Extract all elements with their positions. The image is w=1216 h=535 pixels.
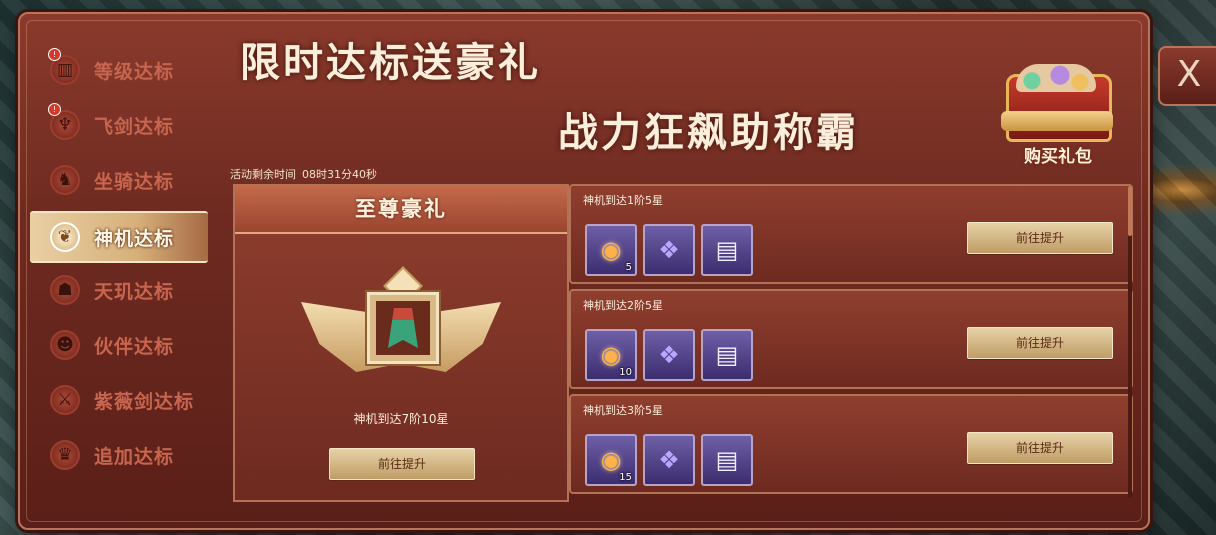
grand-prize-go-button[interactable]: 前往提升: [329, 448, 475, 480]
reward-frame: [367, 292, 439, 364]
item-quantity: 10: [619, 367, 632, 378]
close-icon: X: [1176, 54, 1202, 95]
golden-orb-icon: ◉: [600, 341, 622, 369]
reward-item[interactable]: ▤: [701, 224, 753, 276]
reward-item[interactable]: ❖: [643, 329, 695, 381]
mech-wing-icon: ❦: [50, 222, 80, 252]
sidebar-item-level[interactable]: ! ▥ 等级达标: [30, 46, 208, 94]
go-upgrade-button[interactable]: 前往提升: [967, 432, 1113, 464]
scroll-cards-icon: ▤: [715, 446, 739, 474]
purple-book-icon: ❖: [658, 446, 680, 474]
reward-row: 神机到达1阶5星 ◉ 5 ❖ ▤ 前往提升: [569, 184, 1133, 284]
sidebar-item-mount[interactable]: ♞ 坐骑达标: [30, 156, 208, 204]
reward-item[interactable]: ❖: [643, 224, 695, 276]
gift-pack-label: 购买礼包: [1024, 147, 1092, 167]
close-button[interactable]: X: [1158, 46, 1216, 106]
scroll-cards-icon: ▤: [715, 236, 739, 264]
reward-item[interactable]: ▤: [701, 329, 753, 381]
banner-title-line1: 限时达标送豪礼: [240, 40, 541, 86]
purple-book-icon: ❖: [658, 341, 680, 369]
sidebar-item-label: 坐骑达标: [94, 170, 175, 193]
sidebar: ! ▥ 等级达标 ! ♆ 飞剑达标 ♞ 坐骑达标 ❦ 神机达标 ☗ 天玑达标 ☻…: [30, 42, 208, 512]
sidebar-item-ziwei-sword[interactable]: ⚔ 紫薇剑达标: [30, 376, 208, 424]
crown-icon: ♛: [50, 440, 80, 470]
item-quantity: 5: [625, 262, 632, 273]
reward-item[interactable]: ◉ 10: [585, 329, 637, 381]
banner-title-line2: 战力狂飙助称霸: [558, 110, 859, 156]
sidebar-item-shenji[interactable]: ❦ 神机达标: [30, 211, 208, 263]
rank-emblem-icon: [301, 266, 501, 402]
golden-orb-icon: ◉: [600, 446, 622, 474]
alert-badge: !: [48, 103, 61, 116]
sidebar-item-label: 紫薇剑达标: [94, 390, 195, 413]
cloak-icon: [388, 308, 418, 348]
sidebar-item-label: 天玑达标: [94, 280, 175, 303]
sidebar-item-label: 神机达标: [94, 227, 175, 250]
sidebar-item-companion[interactable]: ☻ 伙伴达标: [30, 321, 208, 369]
buy-gift-pack-button[interactable]: 购买礼包: [990, 60, 1126, 168]
scrollbar-thumb[interactable]: [1128, 186, 1132, 236]
timer-label: 活动剩余时间: [230, 168, 296, 181]
sidebar-item-extra[interactable]: ♛ 追加达标: [30, 431, 208, 479]
reward-item[interactable]: ▤: [701, 434, 753, 486]
go-upgrade-button[interactable]: 前往提升: [967, 222, 1113, 254]
golden-orb-icon: ◉: [600, 236, 622, 264]
grand-prize-description: 神机到达7阶10星: [353, 412, 449, 426]
reward-row-title: 神机到达3阶5星: [583, 404, 663, 417]
purple-book-icon: ❖: [658, 236, 680, 264]
sidebar-item-label: 等级达标: [94, 60, 175, 83]
go-upgrade-button[interactable]: 前往提升: [967, 327, 1113, 359]
reward-row-title: 神机到达2阶5星: [583, 299, 663, 312]
item-quantity: 15: [619, 472, 632, 483]
reward-row: 神机到达2阶5星 ◉ 10 ❖ ▤ 前往提升: [569, 289, 1133, 389]
sidebar-item-tianji[interactable]: ☗ 天玑达标: [30, 266, 208, 314]
grand-prize-title: 至尊豪礼: [235, 186, 567, 234]
sidebar-item-label: 伙伴达标: [94, 335, 175, 358]
reward-item[interactable]: ❖: [643, 434, 695, 486]
timer-value: 08时31分40秒: [302, 168, 377, 181]
scroll-cards-icon: ▤: [715, 341, 739, 369]
grand-prize-card: 至尊豪礼 神机到达7阶10星 前往提升: [233, 184, 569, 502]
sidebar-item-flying-sword[interactable]: ! ♆ 飞剑达标: [30, 101, 208, 149]
gems-icon: [1016, 64, 1096, 92]
sidebar-item-label: 飞剑达标: [94, 115, 175, 138]
alert-badge: !: [48, 48, 61, 61]
reward-row: 神机到达3阶5星 ◉ 15 ❖ ▤ 前往提升: [569, 394, 1133, 494]
reward-item[interactable]: ◉ 15: [585, 434, 637, 486]
companion-face-icon: ☻: [50, 330, 80, 360]
demon-mask-icon: ☗: [50, 275, 80, 305]
reward-item[interactable]: ◉ 5: [585, 224, 637, 276]
countdown-timer: 活动剩余时间 08时31分40秒: [230, 166, 383, 182]
reward-list[interactable]: 神机到达1阶5星 ◉ 5 ❖ ▤ 前往提升 神机到达2阶5星 ◉ 10 ❖ ▤ …: [569, 184, 1133, 498]
horse-head-icon: ♞: [50, 165, 80, 195]
reward-row-title: 神机到达1阶5星: [583, 194, 663, 207]
sword-crest-icon: ⚔: [50, 385, 80, 415]
sidebar-item-label: 追加达标: [94, 445, 175, 468]
reward-list-scrollbar[interactable]: [1128, 186, 1132, 498]
